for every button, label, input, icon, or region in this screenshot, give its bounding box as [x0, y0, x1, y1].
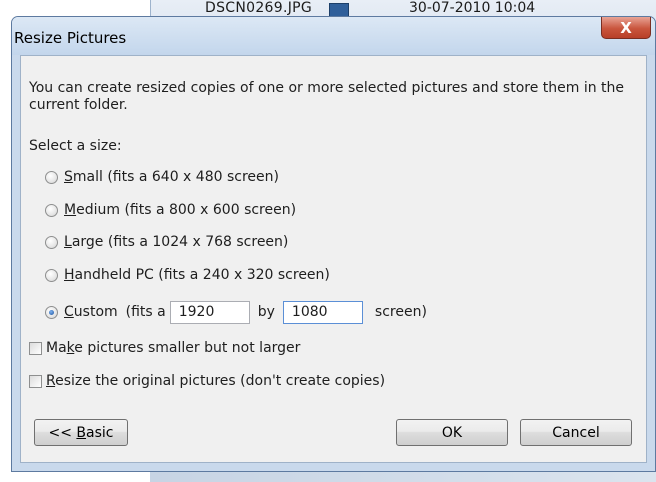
cancel-button-label: Cancel — [552, 424, 600, 441]
radio-large-indicator[interactable] — [45, 235, 58, 249]
cancel-button[interactable]: Cancel — [520, 419, 632, 446]
radio-small[interactable]: Small (fits a 640 x 480 screen) — [45, 168, 279, 186]
select-size-label: Select a size: — [29, 138, 122, 154]
radio-handheld[interactable]: Handheld PC (fits a 240 x 320 screen) — [45, 266, 330, 284]
checkbox-smaller-label: Make pictures smaller but not larger — [46, 340, 301, 356]
ok-button[interactable]: OK — [396, 419, 508, 446]
close-button[interactable]: X — [601, 17, 651, 39]
radio-medium-indicator[interactable] — [45, 203, 58, 217]
radio-medium-label: Medium (fits a 800 x 600 screen) — [64, 202, 297, 218]
radio-custom-indicator[interactable] — [45, 305, 58, 319]
dialog-description: You can create resized copies of one or … — [29, 80, 625, 113]
custom-by-text: by — [257, 304, 275, 320]
radio-large-label: Large (fits a 1024 x 768 screen) — [64, 234, 289, 250]
checkbox-original-row[interactable]: Resize the original pictures (don't crea… — [29, 372, 385, 390]
checkbox-smaller-row[interactable]: Make pictures smaller but not larger — [29, 339, 300, 357]
background-file-name: DSCN0269.JPG — [205, 0, 313, 16]
checkbox-original[interactable] — [29, 374, 42, 388]
radio-custom[interactable]: Custom (fits a 1920 by 1080 screen) — [45, 299, 427, 325]
radio-medium[interactable]: Medium (fits a 800 x 600 screen) — [45, 201, 296, 219]
image-file-icon — [329, 3, 349, 17]
radio-handheld-label: Handheld PC (fits a 240 x 320 screen) — [64, 267, 330, 283]
close-icon: X — [620, 18, 632, 37]
checkbox-smaller[interactable] — [29, 341, 42, 355]
radio-large[interactable]: Large (fits a 1024 x 768 screen) — [45, 233, 288, 251]
dialog-title: Resize Pictures — [14, 29, 127, 47]
dialog-client-area: You can create resized copies of one or … — [20, 55, 647, 463]
custom-screen-text: screen) — [374, 304, 427, 320]
radio-small-label: Small (fits a 640 x 480 screen) — [64, 169, 279, 185]
radio-handheld-indicator[interactable] — [45, 268, 58, 282]
ok-button-label: OK — [441, 424, 463, 441]
custom-height-input[interactable]: 1080 — [282, 300, 363, 324]
radio-small-indicator[interactable] — [45, 170, 58, 184]
radio-custom-label: Custom — [64, 304, 118, 320]
custom-width-input[interactable]: 1920 — [169, 300, 250, 324]
background-file-date: 30-07-2010 10:04 — [409, 0, 536, 16]
background-bottom-strip — [150, 472, 656, 482]
basic-button[interactable]: << Basic — [34, 419, 128, 446]
dialog-titlebar[interactable]: Resize Pictures X — [12, 17, 655, 55]
basic-button-label: << Basic — [48, 424, 114, 441]
checkbox-original-label: Resize the original pictures (don't crea… — [46, 373, 386, 389]
custom-fits-text: (fits a — [125, 304, 166, 320]
resize-pictures-dialog: Resize Pictures X You can create resized… — [11, 16, 656, 472]
